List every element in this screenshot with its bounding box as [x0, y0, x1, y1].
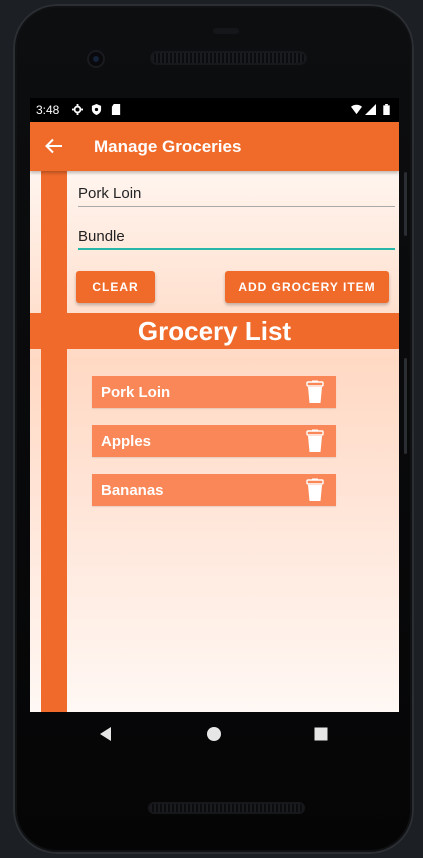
- volume-button: [404, 358, 407, 454]
- list-item[interactable]: Bananas: [92, 474, 336, 506]
- grocery-name-value: Pork Loin: [78, 185, 142, 202]
- recents-square-icon[interactable]: [313, 726, 329, 742]
- wifi-icon: [351, 104, 362, 115]
- list-item[interactable]: Apples: [92, 425, 336, 457]
- power-button: [404, 172, 407, 236]
- decorative-stripe: [41, 171, 67, 712]
- field-underline-focused: [78, 248, 395, 250]
- list-item-label: Bananas: [101, 482, 164, 499]
- clear-button[interactable]: CLEAR: [76, 271, 155, 303]
- field-underline: [78, 206, 395, 207]
- trash-icon[interactable]: [305, 380, 325, 404]
- home-circle-icon[interactable]: [206, 726, 222, 742]
- proximity-sensor: [213, 28, 239, 34]
- content-area: Pork Loin Bundle CLEAR ADD GROCERY ITEM …: [30, 171, 399, 712]
- earpiece-speaker: [152, 53, 305, 63]
- grocery-unit-field[interactable]: Bundle: [78, 224, 395, 250]
- trash-icon[interactable]: [305, 478, 325, 502]
- grocery-list-header: Grocery List: [30, 313, 399, 349]
- status-time: 3:48: [36, 103, 60, 117]
- shield-icon: [91, 104, 102, 115]
- status-bar: 3:48: [30, 98, 399, 122]
- list-item-label: Pork Loin: [101, 384, 171, 401]
- list-item-label: Apples: [101, 433, 152, 450]
- page-title: Manage Groceries: [94, 137, 242, 156]
- right-margin: [371, 171, 399, 712]
- add-grocery-item-button[interactable]: ADD GROCERY ITEM: [225, 271, 389, 303]
- signal-icon: [365, 104, 376, 115]
- front-camera: [89, 52, 103, 66]
- app-bar: Manage Groceries: [30, 122, 399, 171]
- bottom-speaker: [150, 804, 303, 812]
- back-arrow-icon[interactable]: [44, 136, 64, 156]
- settings-icon: [72, 104, 83, 115]
- grocery-unit-value: Bundle: [78, 228, 125, 245]
- trash-icon[interactable]: [305, 429, 325, 453]
- list-item[interactable]: Pork Loin: [92, 376, 336, 408]
- screen: 3:48 Manage Groceries Pork Loin Bundle C…: [30, 98, 399, 712]
- sd-card-icon: [111, 104, 121, 115]
- navigation-bar: [30, 712, 399, 756]
- battery-icon: [383, 104, 390, 115]
- grocery-name-field[interactable]: Pork Loin: [78, 181, 395, 207]
- back-triangle-icon[interactable]: [98, 726, 114, 742]
